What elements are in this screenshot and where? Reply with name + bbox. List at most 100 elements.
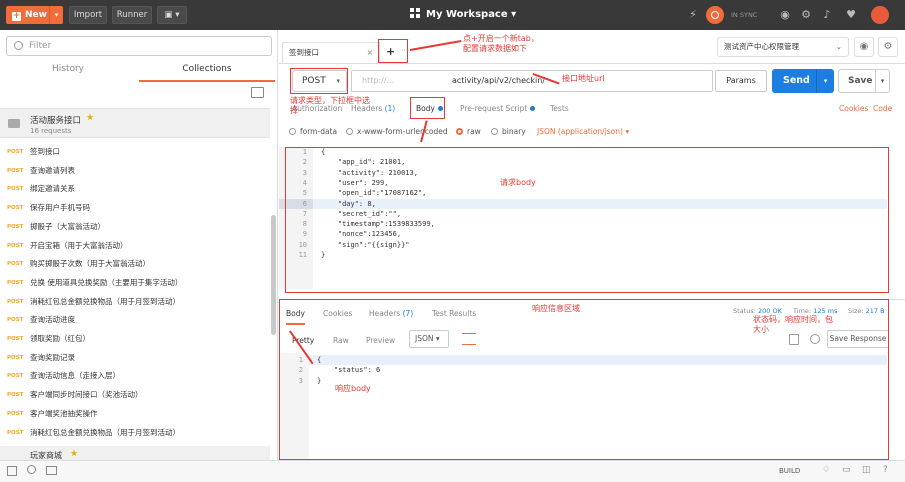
- sync-status: IN SYNC: [731, 11, 758, 19]
- search-icon: [14, 41, 23, 50]
- layout-icon[interactable]: ◫: [862, 465, 871, 475]
- request-item[interactable]: POST 绑定邀请关系: [0, 180, 270, 199]
- folder-count: 16 requests: [30, 127, 72, 135]
- request-item[interactable]: POST 领取奖励（红包）: [0, 330, 270, 349]
- request-name: 查询活动进度: [30, 315, 75, 325]
- star-icon[interactable]: ★: [86, 113, 94, 123]
- settings-icon[interactable]: ⚙: [800, 9, 812, 21]
- import-button[interactable]: Import: [69, 6, 107, 24]
- request-name: 掷骰子（大富翁活动）: [30, 221, 105, 231]
- annotation-resp-body: 响应body: [335, 384, 371, 393]
- new-collection-icon[interactable]: [251, 87, 264, 98]
- request-item[interactable]: POST 查询奖励记录: [0, 349, 270, 368]
- request-item[interactable]: POST 查询邀请列表: [0, 162, 270, 181]
- runner-button[interactable]: Runner: [112, 6, 152, 24]
- radio-binary[interactable]: binary: [491, 127, 526, 136]
- chevron-down-icon[interactable]: ▾: [49, 6, 63, 24]
- request-item[interactable]: POST 消耗红包总金额兑换物品（用于月签到活动）: [0, 424, 270, 443]
- annotation-box-method: [290, 68, 348, 94]
- request-item[interactable]: POST 保存用户手机号码: [0, 199, 270, 218]
- sync-icon[interactable]: [706, 6, 724, 24]
- star-icon[interactable]: ★: [70, 449, 78, 459]
- tab-prerequest[interactable]: Pre-request Script: [460, 104, 536, 113]
- annotation-new-tab: 点+开启一个新tab， 配置请求数据如下: [463, 34, 539, 53]
- send-button[interactable]: Send ▾: [772, 69, 834, 93]
- request-item[interactable]: POST 查询活动信息（走接入层）: [0, 367, 270, 386]
- request-item[interactable]: POST 购买掷骰子次数（用于大富翁活动）: [0, 255, 270, 274]
- method-badge: POST: [7, 205, 24, 212]
- radio-form-data[interactable]: form-data: [289, 127, 337, 136]
- heart-icon[interactable]: ♥: [845, 9, 857, 21]
- request-item[interactable]: POST 客户端奖池抽奖操作: [0, 405, 270, 424]
- method-badge: POST: [7, 242, 24, 249]
- interceptor-icon[interactable]: ⚡: [687, 9, 699, 21]
- tab-divider: [279, 63, 905, 64]
- folder-name: 活动服务接口: [30, 116, 82, 126]
- method-badge: POST: [7, 354, 24, 361]
- params-button[interactable]: Params: [715, 70, 767, 92]
- sidebar-toggle-icon[interactable]: [7, 466, 17, 476]
- request-item[interactable]: POST 掷骰子（大富翁活动）: [0, 218, 270, 237]
- request-name: 签到接口: [30, 147, 60, 156]
- gear-icon[interactable]: ⚙: [878, 37, 898, 57]
- scrollbar[interactable]: [271, 215, 276, 335]
- grid-icon: [410, 8, 420, 18]
- body-type-select[interactable]: JSON (application/json) ▾: [537, 127, 629, 136]
- request-name: 消耗红包总金额兑换物品（用于月签到活动）: [30, 296, 180, 306]
- annotation-status: 状态码，响应时间，包 大小: [753, 315, 833, 334]
- request-item[interactable]: POST 兑换 使用道具兑换奖励（主要用于集字活动）: [0, 274, 270, 293]
- eye-icon[interactable]: ◉: [854, 37, 874, 57]
- method-badge: POST: [7, 261, 24, 268]
- request-name: 查询邀请列表: [30, 165, 75, 175]
- request-name: 客户端同步时间接口（奖池活动）: [30, 390, 143, 400]
- notifications-icon[interactable]: ♪: [821, 9, 833, 21]
- request-item[interactable]: POST 客户端同步时间接口（奖池活动）: [0, 386, 270, 405]
- new-window-button[interactable]: ▣ ▾: [157, 6, 187, 24]
- radio-urlencoded[interactable]: x-www-form-urlencoded: [346, 127, 448, 136]
- request-name: 绑定邀请关系: [30, 184, 75, 194]
- request-tab[interactable]: 签到接口 ×: [282, 42, 380, 64]
- radio-raw[interactable]: raw: [456, 127, 481, 136]
- console-icon[interactable]: [46, 466, 57, 475]
- save-button[interactable]: Save ▾: [838, 69, 890, 93]
- window-icon: ▣ ▾: [164, 10, 180, 20]
- filter-input[interactable]: Filter: [6, 36, 272, 56]
- request-name: 兑换 使用道具兑换奖励（主要用于集字活动）: [30, 277, 183, 287]
- method-badge: POST: [7, 186, 24, 193]
- url-prefix: http://...: [362, 76, 395, 85]
- annotation-box-body-tab: [410, 97, 445, 119]
- environment-select[interactable]: 测试资产中心权限管理 ⌄: [717, 37, 849, 57]
- new-button[interactable]: + New ▾: [6, 6, 63, 24]
- chevron-down-icon[interactable]: ▾: [875, 70, 889, 92]
- build-label[interactable]: BUILD: [779, 467, 800, 475]
- request-item[interactable]: POST 开启宝箱（用于大富翁活动）: [0, 237, 270, 256]
- chevron-down-icon[interactable]: ▾: [816, 69, 834, 93]
- close-icon[interactable]: ×: [367, 43, 373, 63]
- workspace-selector[interactable]: My Workspace ▾: [410, 8, 516, 20]
- tab-history[interactable]: History: [0, 64, 136, 74]
- request-name: 查询奖励记录: [30, 352, 75, 362]
- annotation-response: 响应信息区域: [532, 304, 580, 313]
- request-item[interactable]: POST 签到接口: [0, 143, 270, 162]
- dot-icon: [530, 106, 536, 111]
- annotation-url: 接口地址url: [562, 74, 605, 83]
- request-item[interactable]: POST 消耗红包总金额兑换物品（用于月签到活动）: [0, 293, 270, 312]
- cookies-link[interactable]: Cookies: [839, 104, 868, 113]
- collection-folder[interactable]: 活动服务接口 ★ 16 requests: [0, 108, 270, 138]
- method-badge: POST: [7, 298, 24, 305]
- folder-icon: [8, 119, 20, 128]
- code-link[interactable]: Code: [873, 104, 892, 113]
- capture-icon[interactable]: ◉: [779, 9, 791, 21]
- method-badge: POST: [7, 373, 24, 380]
- bulb-icon[interactable]: ♢: [822, 465, 830, 475]
- avatar[interactable]: [871, 6, 889, 24]
- method-badge: POST: [7, 223, 24, 230]
- keyboard-icon[interactable]: ▭: [842, 465, 851, 475]
- method-badge: POST: [7, 167, 24, 174]
- tab-collections[interactable]: Collections: [139, 64, 275, 82]
- annotation-box-body: [285, 147, 889, 293]
- request-item[interactable]: POST 查询活动进度: [0, 311, 270, 330]
- search-icon[interactable]: [27, 465, 36, 474]
- help-icon[interactable]: ?: [883, 465, 888, 475]
- tab-tests[interactable]: Tests: [550, 104, 569, 113]
